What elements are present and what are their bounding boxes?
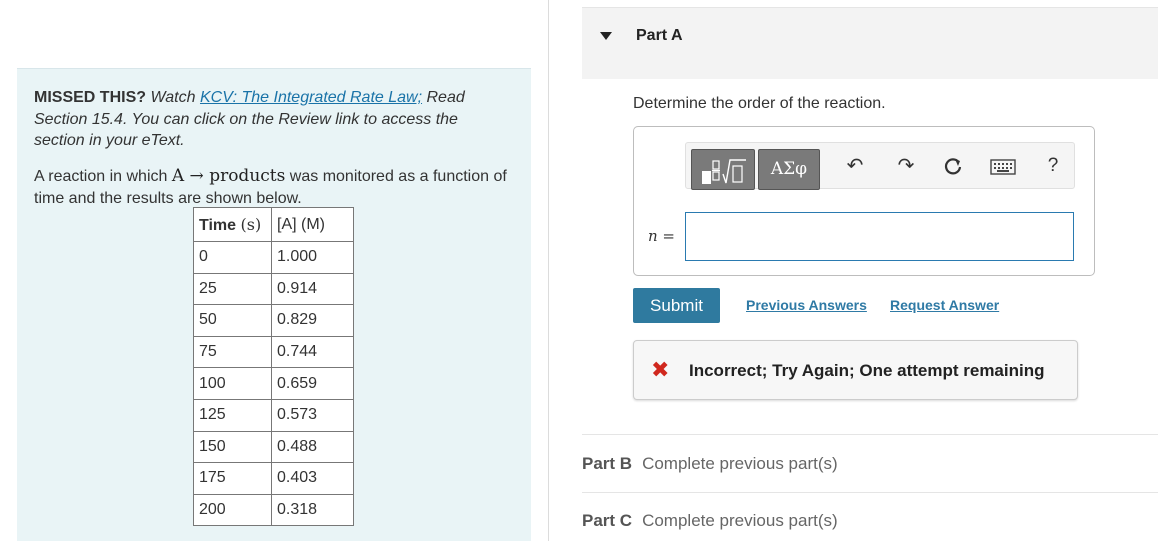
part-b-row[interactable]: Part B Complete previous part(s): [582, 454, 838, 474]
time-cell: 175: [193, 462, 272, 495]
answer-box: ΑΣφ ↶ ↷ ? n =: [633, 126, 1095, 276]
header-time: Time (s): [193, 207, 272, 242]
part-a-header[interactable]: Part A: [582, 8, 1158, 79]
time-cell: 100: [193, 367, 272, 400]
concentration-cell: 0.488: [271, 430, 354, 464]
page: MISSED THIS? Watch KCV: The Integrated R…: [0, 0, 1158, 541]
time-cell: 0: [193, 241, 272, 274]
part-b-title: Part B: [582, 454, 633, 473]
concentration-cell: 0.659: [271, 367, 354, 400]
table-row: 175 0.403: [193, 462, 354, 495]
time-cell: 150: [193, 430, 272, 464]
templates-button[interactable]: [691, 149, 755, 190]
watch-text: Watch: [150, 89, 196, 106]
problem-panel: MISSED THIS? Watch KCV: The Integrated R…: [17, 68, 531, 541]
undo-icon[interactable]: ↶: [843, 156, 867, 176]
answer-input[interactable]: [685, 212, 1074, 261]
previous-answers-link[interactable]: Previous Answers: [746, 297, 867, 313]
concentration-cell: 0.744: [271, 335, 354, 369]
table-row: 125 0.573: [193, 398, 354, 432]
submit-button[interactable]: Submit: [633, 288, 720, 323]
table-row: 75 0.744: [193, 335, 354, 369]
prompt-before: A reaction in which: [34, 168, 168, 185]
reaction-equation: A → products: [171, 166, 286, 186]
time-cell: 125: [193, 398, 272, 432]
table-row: 100 0.659: [193, 367, 354, 400]
table-row: 50 0.829: [193, 304, 354, 337]
help-icon[interactable]: ?: [1041, 156, 1065, 176]
request-answer-link[interactable]: Request Answer: [890, 297, 999, 313]
missed-this-label: MISSED THIS?: [34, 89, 147, 106]
concentration-cell: 0.914: [271, 272, 354, 306]
time-cell: 75: [193, 335, 272, 369]
math-toolbar: ΑΣφ ↶ ↷ ?: [685, 142, 1075, 190]
feedback-text: Incorrect; Try Again; One attempt remain…: [689, 361, 1045, 380]
part-b-status: Complete previous part(s): [642, 454, 838, 473]
concentration-cell: 1.000: [271, 241, 354, 274]
feedback-box: ✖ Incorrect; Try Again; One attempt rema…: [633, 340, 1078, 400]
concentration-cell: 0.318: [271, 493, 354, 527]
part-b-rule: [582, 434, 1158, 435]
header-concentration: [A] (M): [271, 207, 354, 242]
table-row: 150 0.488: [193, 430, 354, 464]
missed-this-note: MISSED THIS? Watch KCV: The Integrated R…: [34, 87, 504, 152]
concentration-cell: 0.573: [271, 398, 354, 432]
table-row: 25 0.914: [193, 272, 354, 306]
part-c-row[interactable]: Part C Complete previous part(s): [582, 511, 838, 531]
keyboard-icon[interactable]: [990, 159, 1016, 179]
part-a-title: Part A: [636, 27, 683, 44]
table-row: 200 0.318: [193, 493, 354, 527]
table-row: 0 1.000: [193, 241, 354, 274]
part-c-title: Part C: [582, 511, 633, 530]
part-c-rule: [582, 492, 1158, 493]
table-body: 0 1.000 25 0.914 50 0.829 75 0.744 100 0.659 125 0.…: [193, 241, 354, 527]
concentration-cell: 0.829: [271, 304, 354, 337]
kcv-link[interactable]: KCV: The Integrated Rate Law;: [200, 89, 422, 106]
concentration-table: Time (s) [A] (M) 0 1.000 25 0.914 50 0.829 75 0…: [193, 207, 354, 527]
table-header-row: Time (s) [A] (M): [193, 207, 354, 242]
incorrect-x-icon: ✖: [651, 357, 670, 382]
problem-prompt: A reaction in which A → products was mon…: [34, 166, 524, 209]
time-cell: 50: [193, 304, 272, 337]
greek-symbols-button[interactable]: ΑΣφ: [758, 149, 820, 190]
templates-icon: [702, 159, 746, 184]
part-a-question: Determine the order of the reaction.: [633, 95, 886, 112]
time-cell: 200: [193, 493, 272, 527]
time-cell: 25: [193, 272, 272, 306]
concentration-cell: 0.403: [271, 462, 354, 495]
redo-icon[interactable]: ↷: [894, 156, 918, 176]
collapse-caret-icon[interactable]: [600, 32, 612, 40]
part-c-status: Complete previous part(s): [642, 511, 838, 530]
reset-icon[interactable]: [941, 156, 965, 182]
panel-divider: [548, 0, 549, 541]
variable-label: n =: [648, 227, 675, 245]
